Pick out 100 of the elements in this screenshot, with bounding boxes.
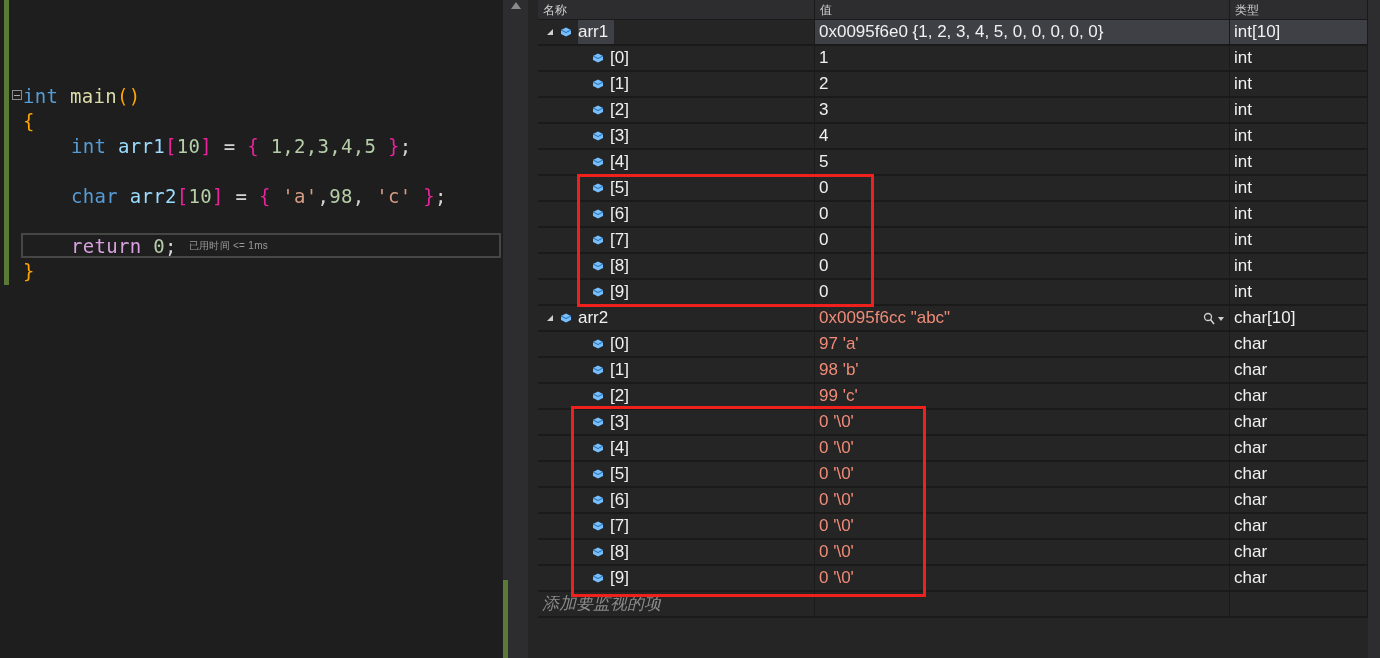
code-token: 1,2,3,4,5 [270,134,378,157]
variable-name: [8] [610,255,630,277]
variable-name: [3] [610,411,630,433]
code-token: { [247,134,260,157]
code-token: arr2 [129,184,177,207]
code-token: 98 [329,184,353,207]
code-token: = [234,184,249,207]
code-token: ] [211,184,224,207]
type-cell: int [1230,280,1368,306]
variable-icon [592,469,604,479]
value-cell: 98 'b' [815,358,1230,384]
code-token: { [258,184,272,207]
variable-icon [592,365,604,375]
variable-name: [8] [610,541,630,563]
column-header[interactable]: 类型 [1230,0,1368,20]
value-cell: 97 'a' [815,332,1230,358]
type-cell: int [1230,46,1368,72]
variable-name: [1] [610,73,630,95]
variable-icon [592,209,604,219]
value-cell: 99 'c' [815,384,1230,410]
code-token: main [69,84,117,107]
variable-name: [2] [610,99,630,121]
column-header[interactable]: 名称 [538,0,815,20]
scroll-up-icon[interactable] [511,2,521,9]
variable-name: [9] [610,567,630,589]
value-cell: 0 '\0' [815,462,1230,488]
magnifier-icon[interactable] [1203,312,1225,326]
column-header[interactable]: 值 [815,0,1230,20]
value-cell: 1 [815,46,1230,72]
variable-name: [6] [610,489,630,511]
value-cell: 0 '\0' [815,566,1230,592]
variable-name: [7] [610,515,630,537]
type-cell: int [1230,150,1368,176]
type-cell: char [1230,436,1368,462]
variable-name: [2] [610,385,630,407]
value-cell: 4 [815,124,1230,150]
type-cell: int [1230,72,1368,98]
variable-name: [6] [610,203,630,225]
variable-name: [3] [610,125,630,147]
variable-icon [592,391,604,401]
type-cell: int [1230,202,1368,228]
code-token: 'c' [376,184,413,207]
code-token: [ [164,134,177,157]
expanded-triangle-icon[interactable] [546,28,554,36]
type-cell: int [1230,254,1368,280]
variable-name: [0] [610,47,630,69]
code-token: } [388,134,400,157]
variable-icon [592,79,604,89]
variable-name: [5] [610,177,630,199]
code-token: , [317,184,330,207]
variable-icon [592,443,604,453]
variable-icon [592,495,604,505]
code-token: = [222,134,237,157]
variable-name: [4] [610,151,630,173]
variable-icon [560,27,572,37]
code-token: [ [176,184,189,207]
code-token: } [423,184,435,207]
code-token: char [71,184,119,207]
variable-icon [592,105,604,115]
variable-icon [592,131,604,141]
variable-name: [9] [610,281,630,303]
code-token: int [71,134,108,157]
code-token: int [23,84,60,107]
value-cell: 0 '\0' [815,410,1230,436]
type-cell: char[10] [1230,306,1368,332]
variable-icon [592,53,604,63]
variable-icon [592,183,604,193]
code-token: arr1 [117,134,165,157]
value-cell: 0 [815,228,1230,254]
type-cell: char [1230,332,1368,358]
value-cell: 2 [815,72,1230,98]
variable-icon [592,573,604,583]
type-cell: int [1230,228,1368,254]
code-token: return [71,234,143,257]
value-cell: 0 '\0' [815,540,1230,566]
value-cell: 0 [815,202,1230,228]
type-cell: int [1230,124,1368,150]
variable-name: [1] [610,359,630,381]
value-cell: 0 '\0' [815,514,1230,540]
value-cell: 3 [815,98,1230,124]
variable-name: [0] [610,333,630,355]
scrollbar[interactable] [503,0,528,658]
scrollbar[interactable] [1368,0,1380,658]
variable-name: [5] [610,463,630,485]
variable-icon [592,547,604,557]
code-token: () [116,84,141,107]
elapsed-time-hint: 已用时间 <= 1ms [188,238,269,253]
variable-icon [592,521,604,531]
type-cell: char [1230,566,1368,592]
type-cell: char [1230,540,1368,566]
code-token: { [23,109,35,132]
type-cell: char [1230,384,1368,410]
value-cell: 0 '\0' [815,488,1230,514]
variable-icon [592,287,604,297]
expanded-triangle-icon[interactable] [546,314,554,322]
value-cell: 0 [815,254,1230,280]
variable-icon [592,261,604,271]
value-cell: 0x0095f6cc "abc" [815,306,1230,332]
fold-icon[interactable] [12,90,22,100]
type-cell: char [1230,514,1368,540]
